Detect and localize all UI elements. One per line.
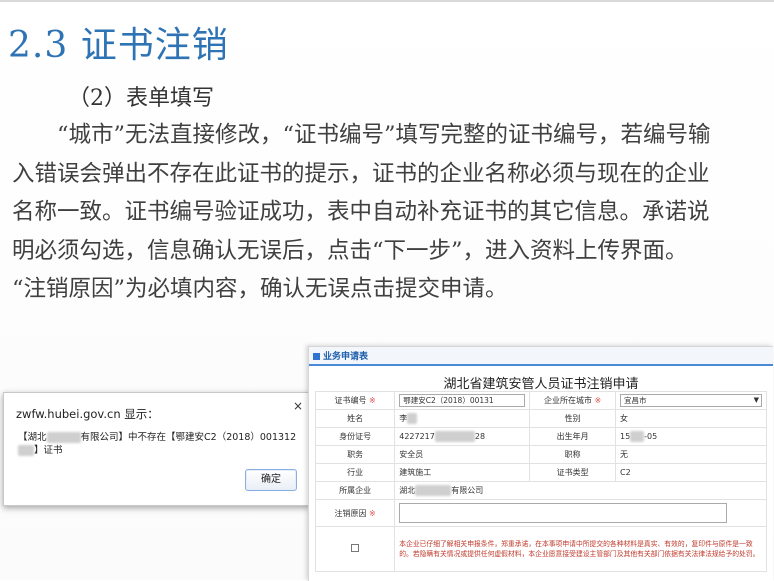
value-gender: 女 xyxy=(614,409,768,428)
ok-button[interactable]: 确定 xyxy=(245,469,297,491)
label-cell: 企业所在城市 ※ xyxy=(529,391,616,410)
tab-label: 业务申请表 xyxy=(323,352,369,362)
value-title: 无 xyxy=(614,445,768,464)
table-row: 职务 安全员 职称 无 xyxy=(314,445,768,464)
value-company-suffix: 有限公司 xyxy=(451,486,484,495)
alert-message-middle: 有限公司】中不存在【鄂建安C2（2018）001312 xyxy=(80,432,297,443)
promise-text: 本企业已仔细了解相关申报条件，郑重承诺，在本事项申请中所提交的各种材料是真实、有… xyxy=(394,526,767,572)
label-industry: 行业 xyxy=(314,463,396,482)
square-icon xyxy=(313,353,320,360)
label-job: 职务 xyxy=(314,445,396,464)
cert-no-input[interactable]: 鄂建安C2（2018）00131 xyxy=(399,394,526,407)
value-cell: 宜昌市 ▼ xyxy=(614,391,768,410)
redacted-mask xyxy=(434,431,475,442)
value-cell xyxy=(394,499,767,527)
table-row: 注销原因 ※ xyxy=(314,499,767,527)
value-id-no-suffix: 28 xyxy=(474,432,486,441)
label-company: 所属企业 xyxy=(314,481,396,500)
value-cell: 李 xyxy=(394,409,531,428)
redacted-mask xyxy=(407,413,418,424)
value-name: 李 xyxy=(399,414,408,423)
value-cell: 15 -05 xyxy=(614,427,768,446)
slide-top-border xyxy=(0,0,774,2)
city-select-value: 宜昌市 xyxy=(623,396,647,405)
form-title: 湖北省建筑安管人员证书注销申请 xyxy=(443,377,639,392)
alert-title: zwfw.hubei.gov.cn 显示： xyxy=(16,407,159,421)
reason-textarea[interactable] xyxy=(399,503,728,523)
value-job: 安全员 xyxy=(394,445,531,464)
redacted-mask xyxy=(18,445,34,456)
tab-business-application[interactable]: 业务申请表 xyxy=(313,349,368,362)
value-cert-type: C2 xyxy=(614,463,768,482)
close-icon[interactable]: × xyxy=(293,399,303,413)
redacted-mask xyxy=(415,485,452,496)
value-id-no-prefix: 4227217 xyxy=(399,432,435,441)
label-id-no: 身份证号 xyxy=(314,427,396,446)
slide-paragraph: “城市”无法直接修改，“证书编号”填写完整的证书编号，若编号输入错误会弹出不存在… xyxy=(12,122,711,302)
city-select[interactable]: 宜昌市 ▼ xyxy=(619,394,762,407)
form-table: 证书编号 ※ 鄂建安C2（2018）00131 企业所在城市 ※ 宜昌市 ▼ 姓名… xyxy=(314,391,768,572)
panel-header: 业务申请表 xyxy=(309,347,773,366)
checkbox-cell xyxy=(314,526,396,572)
browser-alert-dialog: zwfw.hubei.gov.cn 显示： × 【湖北 有限公司】中不存在【鄂建安… xyxy=(3,392,310,506)
required-mark: ※ xyxy=(369,396,376,405)
alert-message-suffix: 】证书 xyxy=(34,445,63,456)
value-cell: 湖北 有限公司 xyxy=(394,481,767,500)
value-company-prefix: 湖北 xyxy=(399,486,416,495)
label-title: 职称 xyxy=(529,445,616,464)
label-cert-type: 证书类型 xyxy=(529,463,616,482)
value-cell: 鄂建安C2（2018）00131 xyxy=(394,391,531,410)
table-row: 所属企业 湖北 有限公司 xyxy=(314,481,767,500)
alert-message-prefix: 【湖北 xyxy=(18,432,47,443)
label-birth: 出生年月 xyxy=(529,427,616,446)
chevron-down-icon: ▼ xyxy=(753,396,759,404)
table-row: 姓名 李 性别 女 xyxy=(314,409,768,428)
label-gender: 性别 xyxy=(529,409,616,428)
slide-title: 2.3 证书注销 xyxy=(8,25,229,66)
promise-checkbox[interactable] xyxy=(351,544,360,552)
application-form-panel: 业务申请表 湖北省建筑安管人员证书注销申请 证书编号 ※ 鄂建安C2（2018）… xyxy=(308,346,773,581)
table-row: 行业 建筑施工 证书类型 C2 xyxy=(314,463,768,482)
label-cert-no: 证书编号 xyxy=(334,396,367,405)
required-mark: ※ xyxy=(369,508,376,518)
alert-message: 【湖北 有限公司】中不存在【鄂建安C2（2018）001312 】证书 xyxy=(18,431,298,457)
label-city: 企业所在城市 xyxy=(543,396,592,405)
value-cell: 4227217 28 xyxy=(394,427,531,446)
redacted-mask xyxy=(630,431,645,442)
slide-subheading: （2）表单填写 xyxy=(68,86,214,111)
label-cell: 注销原因 ※ xyxy=(314,499,396,527)
table-row: 本企业已仔细了解相关申报条件，郑重承诺，在本事项申请中所提交的各种材料是真实、有… xyxy=(314,526,767,572)
required-mark: ※ xyxy=(594,396,602,405)
table-row: 证书编号 ※ 鄂建安C2（2018）00131 企业所在城市 ※ 宜昌市 ▼ xyxy=(314,391,768,410)
label-name: 姓名 xyxy=(314,409,396,428)
label-cell: 证书编号 ※ xyxy=(314,391,396,410)
label-reason: 注销原因 xyxy=(334,508,367,518)
value-birth-prefix: 15 xyxy=(619,432,631,441)
table-row: 身份证号 4227217 28 出生年月 15 -05 xyxy=(314,427,768,446)
value-birth-suffix: -05 xyxy=(644,432,658,441)
value-industry: 建筑施工 xyxy=(394,463,531,482)
redacted-mask xyxy=(46,432,81,443)
